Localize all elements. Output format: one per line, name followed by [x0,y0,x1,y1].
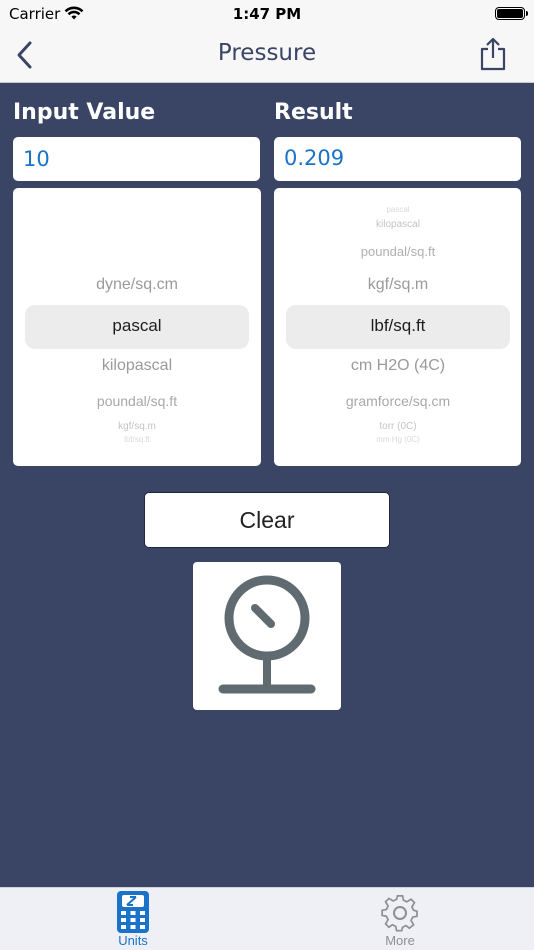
navigation-bar: Pressure [0,28,534,83]
clock: 1:47 PM [232,5,302,23]
share-icon[interactable] [478,36,508,72]
page-title: Pressure [217,40,317,66]
picker-option[interactable]: gramforce/sq.cm [274,393,521,409]
picker-option[interactable]: cm H2O (4C) [274,357,521,375]
picker-option[interactable]: kgf/sq.m [13,421,261,432]
picker-option[interactable]: poundal/sq.ft [274,244,521,259]
picker-selected-option[interactable]: lbf/sq.ft [274,316,521,336]
picker-option[interactable]: poundal/sq.ft [13,393,261,409]
picker-option[interactable]: lbf/sq.ft [13,435,261,444]
picker-option[interactable]: torr (0C) [274,421,521,432]
calculator-icon [117,891,149,933]
result-unit-picker[interactable]: pascal kilopascal poundal/sq.ft kgf/sq.m… [274,188,521,466]
clear-button[interactable]: Clear [144,492,390,548]
tab-more-label: More [385,933,415,948]
gear-icon [381,894,418,932]
picker-option[interactable]: pascal [274,205,521,214]
result-label: Result [274,100,353,125]
picker-option[interactable]: kilopascal [274,219,521,230]
picker-option[interactable]: dyne/sq.cm [13,276,261,294]
tab-more[interactable]: More [340,888,460,950]
picker-selected-option[interactable]: pascal [13,316,261,336]
battery-icon [495,7,528,20]
picker-option[interactable]: kilopascal [13,357,261,375]
tab-units-label: Units [118,933,148,948]
tab-bar: Units More [0,887,534,950]
pressure-gauge-tile [193,562,341,710]
input-unit-picker[interactable]: dyne/sq.cm pascal kilopascal poundal/sq.… [13,188,261,466]
pressure-gauge-icon [218,575,316,694]
result-value-field: 0.209 [274,137,521,181]
input-value-label: Input Value [13,100,156,125]
tab-units[interactable]: Units [73,888,193,950]
input-value-field[interactable] [13,137,260,181]
picker-option[interactable]: kgf/sq.m [274,276,521,294]
picker-option[interactable]: mm Hg (0C) [274,435,521,444]
status-bar: Carrier 1:47 PM [0,0,534,28]
